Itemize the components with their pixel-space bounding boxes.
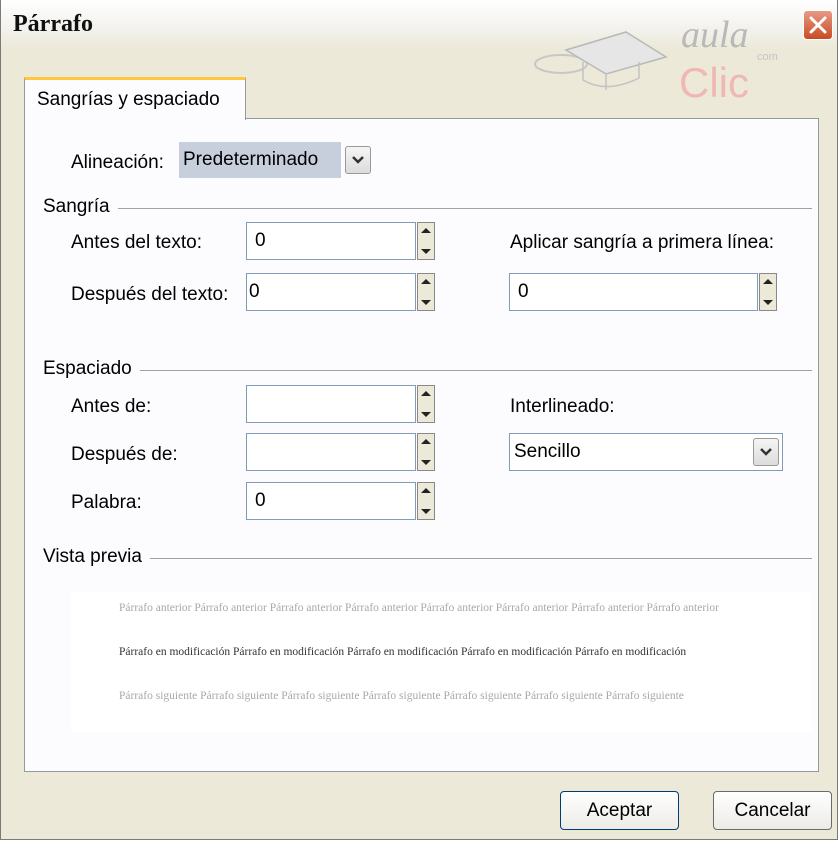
spacing-before-label: Antes de:	[71, 396, 152, 417]
spacing-before-spinner[interactable]	[417, 385, 435, 423]
word-spacing-spinner[interactable]	[417, 482, 435, 520]
indent-after-label: Después del texto:	[71, 284, 229, 305]
paragraph-dialog: Párrafo aula com Clic Sangrías y espacia…	[0, 0, 838, 840]
tab-label: Sangrías y espaciado	[37, 89, 220, 110]
first-line-input[interactable]: 0	[509, 273, 758, 311]
spacing-after-spinner[interactable]	[417, 433, 435, 471]
title-bar[interactable]: Párrafo aula com Clic	[1, 0, 837, 102]
line-spacing-label: Interlineado:	[510, 396, 615, 417]
arrow-down-icon	[421, 300, 431, 305]
word-spacing-label: Palabra:	[71, 492, 142, 513]
preview-group: Vista previa	[43, 546, 812, 568]
close-icon	[809, 16, 827, 34]
svg-text:com: com	[757, 51, 778, 63]
arrow-down-icon	[421, 249, 431, 254]
indent-after-spinner[interactable]	[417, 273, 435, 311]
spacing-before-input[interactable]	[246, 385, 416, 423]
alignment-value: Predeterminado	[179, 142, 341, 178]
accept-button[interactable]: Aceptar	[560, 791, 679, 830]
indent-before-spinner[interactable]	[417, 222, 435, 260]
aulaclic-logo-icon: aula com Clic	[534, 14, 778, 102]
alignment-select[interactable]: Predeterminado	[179, 142, 385, 180]
arrow-up-icon	[421, 279, 431, 284]
spacing-group-label: Espaciado	[43, 358, 140, 380]
alignment-label: Alineación:	[71, 152, 164, 173]
preview-next-paragraph: Párrafo siguiente Párrafo siguiente Párr…	[119, 690, 684, 702]
first-line-label: Aplicar sangría a primera línea:	[510, 232, 775, 253]
cancel-button[interactable]: Cancelar	[713, 791, 832, 830]
indent-after-input[interactable]: 0	[246, 273, 416, 311]
arrow-up-icon	[421, 228, 431, 233]
word-spacing-input[interactable]: 0	[246, 482, 416, 520]
spacing-group: Espaciado	[43, 358, 812, 380]
arrow-up-icon	[421, 488, 431, 493]
arrow-down-icon	[421, 460, 431, 465]
arrow-up-icon	[421, 391, 431, 396]
chevron-down-icon	[760, 448, 772, 456]
chevron-down-icon	[352, 156, 364, 164]
svg-text:aula: aula	[681, 14, 749, 56]
line-spacing-select[interactable]: Sencillo	[509, 433, 783, 471]
arrow-up-icon	[763, 279, 773, 284]
indent-before-label: Antes del texto:	[71, 232, 202, 253]
line-spacing-value: Sencillo	[514, 441, 581, 462]
close-button[interactable]	[803, 10, 833, 40]
alignment-dropdown-button[interactable]	[345, 146, 371, 174]
preview-group-label: Vista previa	[43, 546, 150, 568]
svg-text:Clic: Clic	[679, 59, 749, 102]
preview-previous-paragraph: Párrafo anterior Párrafo anterior Párraf…	[119, 602, 719, 614]
spacing-after-input[interactable]	[246, 433, 416, 471]
tab-sangrias-espaciado[interactable]: Sangrías y espaciado	[24, 77, 246, 120]
arrow-down-icon	[763, 300, 773, 305]
line-spacing-dropdown-button[interactable]	[753, 438, 779, 466]
paragraph-preview: Párrafo anterior Párrafo anterior Párraf…	[71, 592, 811, 732]
indent-group-label: Sangría	[43, 196, 118, 218]
dialog-title: Párrafo	[13, 11, 93, 37]
spacing-after-label: Después de:	[71, 444, 178, 465]
indent-group: Sangría	[43, 196, 812, 218]
first-line-spinner[interactable]	[759, 273, 777, 311]
preview-current-paragraph: Párrafo en modificación Párrafo en modif…	[119, 646, 687, 658]
arrow-up-icon	[421, 439, 431, 444]
arrow-down-icon	[421, 412, 431, 417]
arrow-down-icon	[421, 509, 431, 514]
indent-before-input[interactable]: 0	[246, 222, 416, 260]
